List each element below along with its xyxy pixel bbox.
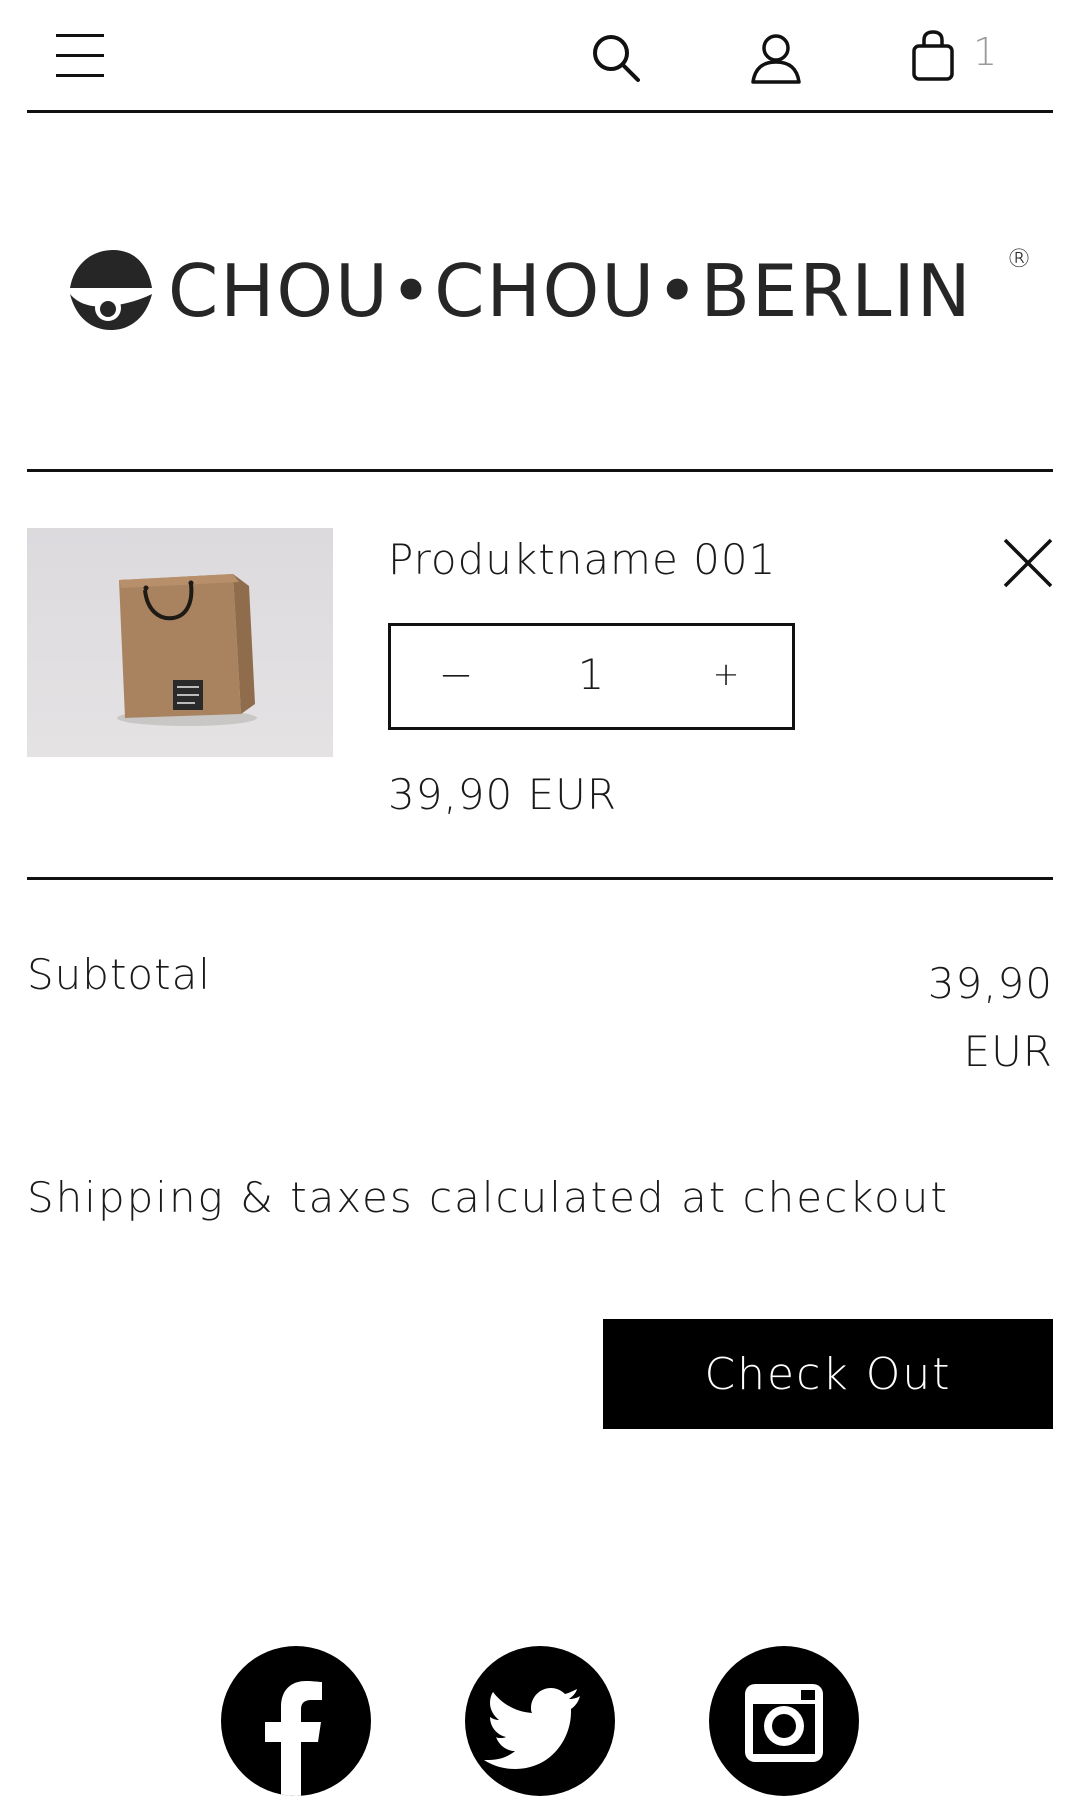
eye-logo-icon: [70, 250, 152, 330]
cart-button[interactable]: [908, 28, 958, 84]
product-name[interactable]: Produktname 001: [388, 535, 776, 584]
shopping-bag-icon: [912, 30, 954, 81]
menu-button[interactable]: [52, 28, 108, 84]
header-divider: [27, 110, 1053, 113]
subtotal-value: 39,90 EUR: [927, 959, 1053, 1076]
instagram-icon: [745, 1684, 823, 1762]
facebook-icon: [265, 1681, 322, 1796]
cart-count-badge: 1: [973, 30, 998, 74]
increment-button[interactable]: +: [696, 644, 756, 704]
quantity-stepper: − 1 +: [388, 623, 795, 730]
item-price: 39,90 EUR: [388, 770, 618, 819]
search-button[interactable]: [588, 30, 644, 86]
registered-mark: ®: [1006, 244, 1032, 274]
subtotal-label: Subtotal: [27, 950, 211, 999]
hamburger-menu-icon: [56, 34, 104, 77]
gift-bag-image: [27, 528, 333, 757]
user-icon: [751, 34, 801, 84]
search-icon: [593, 35, 640, 82]
twitter-link[interactable]: [465, 1646, 615, 1796]
facebook-link[interactable]: [221, 1646, 371, 1796]
product-image[interactable]: [27, 528, 333, 757]
logo-divider: [27, 469, 1053, 472]
cart-divider: [27, 877, 1053, 880]
quantity-value[interactable]: 1: [546, 644, 636, 704]
twitter-icon: [484, 1688, 580, 1769]
checkout-button[interactable]: Check Out: [603, 1319, 1053, 1429]
remove-item-button[interactable]: [1001, 536, 1055, 590]
instagram-link[interactable]: [709, 1646, 859, 1796]
shipping-note: Shipping & taxes calculated at checkout: [27, 1173, 949, 1222]
close-icon: [1003, 538, 1053, 588]
brand-logo-text: CHOU•CHOU•BERLIN: [168, 249, 973, 333]
account-button[interactable]: [748, 30, 804, 86]
decrement-button[interactable]: −: [426, 644, 486, 704]
